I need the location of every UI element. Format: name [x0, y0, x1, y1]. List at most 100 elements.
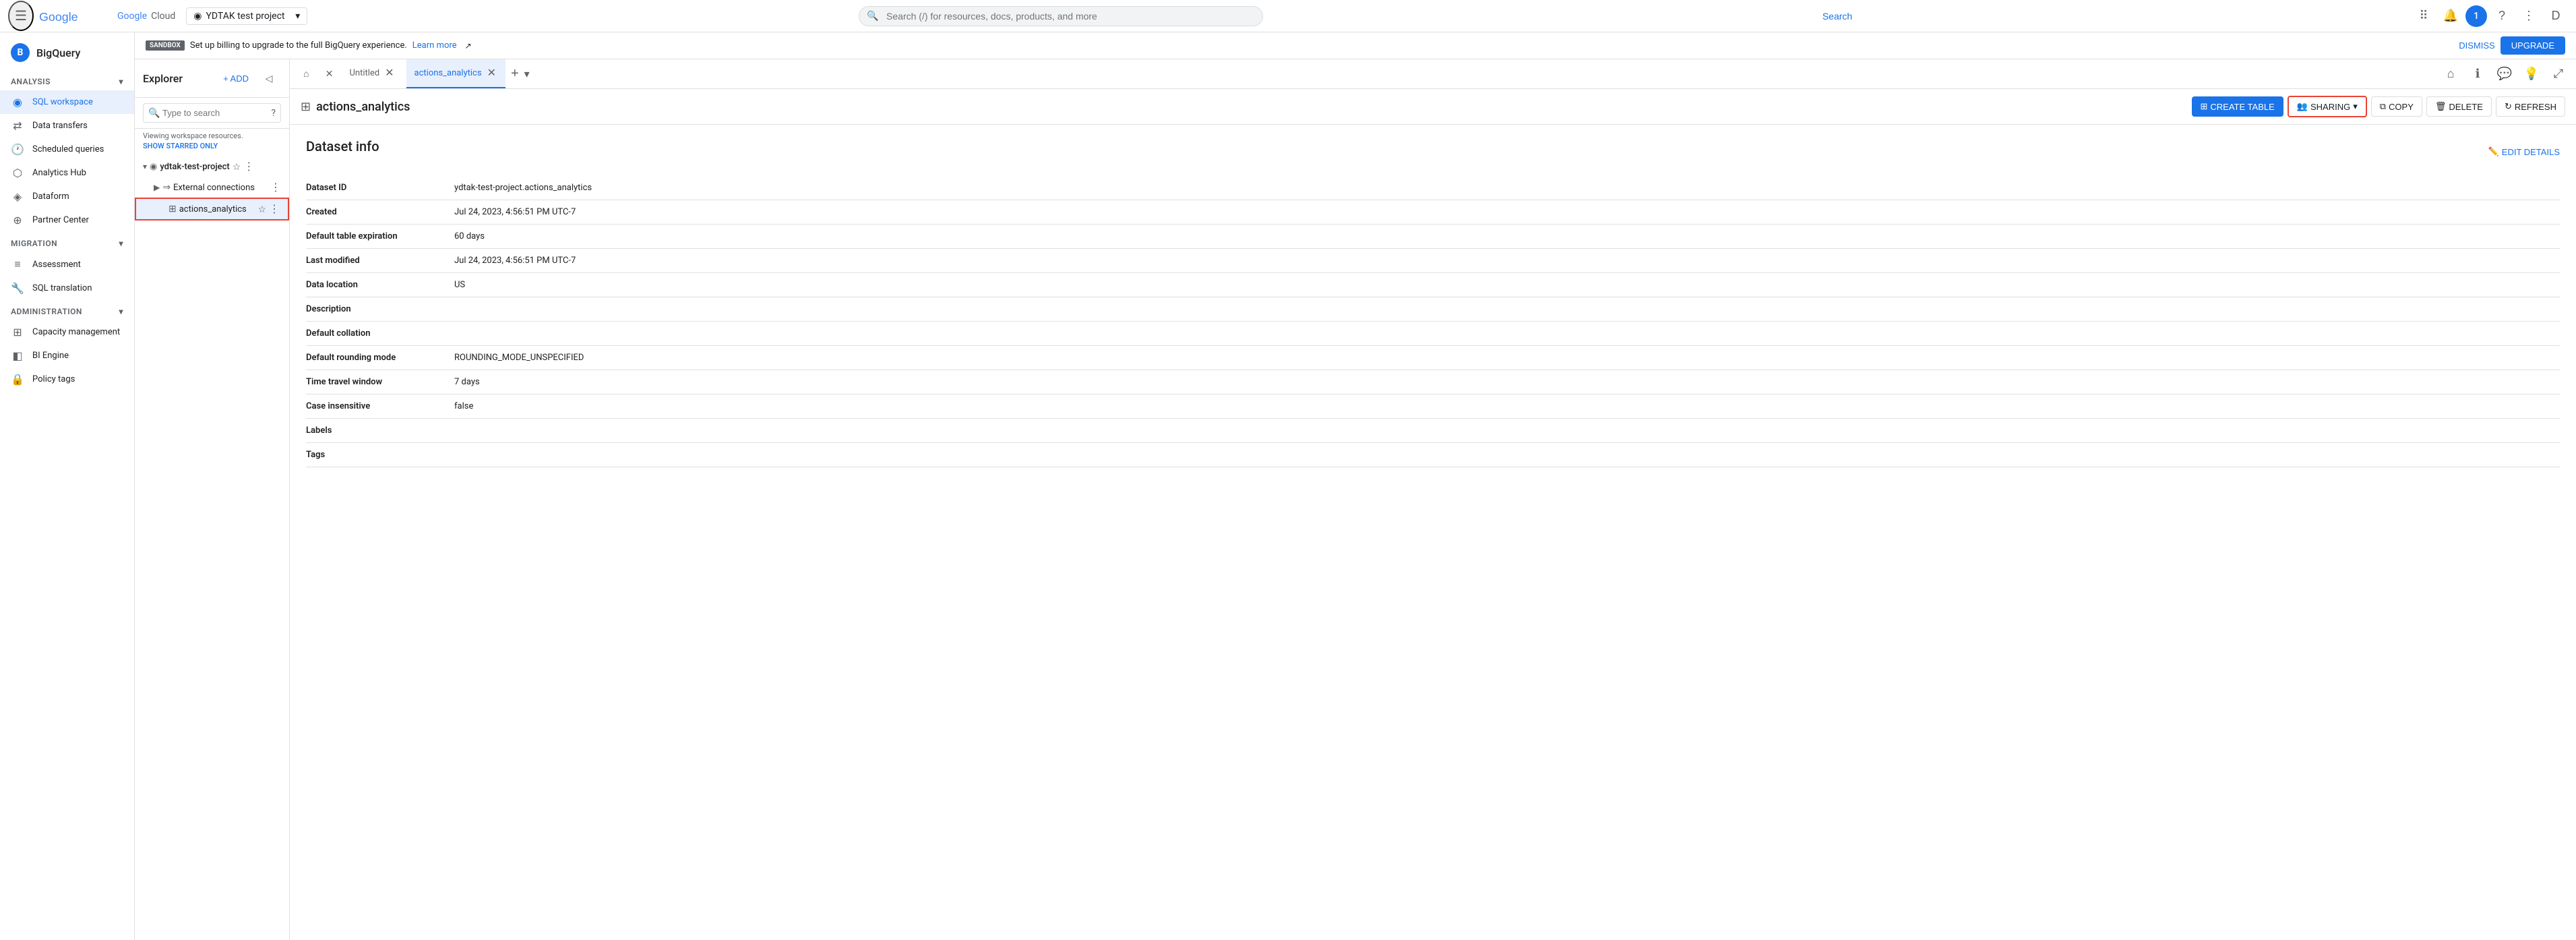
topbar-search-button[interactable]: Search	[1814, 7, 1860, 26]
edit-details-button[interactable]: ✏️ EDIT DETAILS	[2488, 146, 2560, 157]
sidebar-section-header-administration[interactable]: Administration ▾	[0, 303, 134, 320]
explorer-item-external-connections[interactable]: ▶ ⇒ External connections ⋮	[135, 177, 289, 198]
project-collapse-button[interactable]: ▾	[143, 162, 147, 171]
sidebar-item-policy-tags[interactable]: 🔒 Policy tags	[0, 368, 134, 391]
assessment-icon: ≡	[11, 258, 24, 271]
tabs-expand-icon-button[interactable]: ⤢	[2546, 62, 2571, 86]
avatar[interactable]: 1	[2465, 5, 2487, 27]
menu-hamburger-button[interactable]: ☰	[8, 1, 34, 31]
info-field-value: ydtak-test-project.actions_analytics	[454, 176, 2560, 200]
topbar-search-container: 🔍	[859, 6, 1263, 26]
sandbox-learn-more-link[interactable]: Learn more	[412, 40, 457, 51]
info-field-label: Last modified	[306, 249, 454, 273]
info-field-label: Default collation	[306, 322, 454, 346]
copy-icon: ⧉	[2380, 101, 2386, 112]
google-cloud-logo[interactable]: Google Google Cloud	[39, 9, 175, 24]
main-content: ⌂ ✕ Untitled ✕ actions_analytics ✕ + ▾	[290, 59, 2576, 940]
sidebar-item-bi-engine[interactable]: ◧ BI Engine	[0, 344, 134, 368]
explorer-project-row[interactable]: ▾ ◉ ydtak-test-project ☆ ⋮	[135, 156, 289, 177]
scheduled-queries-icon: 🕐	[11, 143, 24, 156]
sidebar-section-administration: Administration ▾ ⊞ Capacity management ◧…	[0, 303, 134, 391]
show-starred-link[interactable]: SHOW STARRED ONLY	[135, 142, 289, 156]
svg-text:Google: Google	[39, 9, 78, 23]
sidebar-item-partner-center[interactable]: ⊕ Partner Center	[0, 208, 134, 232]
refresh-button[interactable]: ↻ REFRESH	[2496, 96, 2565, 117]
sidebar-item-sql-workspace[interactable]: ◉ SQL workspace	[0, 90, 134, 114]
project-selector[interactable]: ◉ YDTAK test project ▾	[186, 7, 307, 25]
topbar-search-input[interactable]	[859, 6, 1263, 26]
help-button[interactable]: ?	[2490, 4, 2514, 28]
info-field-label: Description	[306, 297, 454, 322]
info-header-row: Dataset info ✏️ EDIT DETAILS	[306, 138, 2560, 165]
sidebar-logo-row: B BigQuery	[0, 38, 134, 73]
project-star-button[interactable]: ☆	[233, 161, 241, 173]
sharing-button[interactable]: 👥 SHARING ▾	[2288, 96, 2367, 117]
analysis-chevron: ▾	[119, 77, 123, 86]
user-settings-button[interactable]: D	[2544, 4, 2568, 28]
explorer-tree: ▾ ◉ ydtak-test-project ☆ ⋮ ▶ ⇒ External …	[135, 156, 289, 940]
explorer-search-input-wrap: 🔍 ?	[143, 103, 281, 123]
info-field-value: Jul 24, 2023, 4:56:51 PM UTC-7	[454, 249, 2560, 273]
tabs-home-icon-button[interactable]: ⌂	[2439, 62, 2463, 86]
sidebar-item-assessment[interactable]: ≡ Assessment	[0, 252, 134, 276]
actions-analytics-tab-close[interactable]: ✕	[486, 67, 497, 80]
migration-chevron: ▾	[119, 239, 123, 248]
actions-analytics-star-button[interactable]: ☆	[257, 204, 266, 215]
explorer-item-actions-analytics[interactable]: ⊞ actions_analytics ☆ ⋮	[135, 198, 289, 221]
sidebar-item-dataform[interactable]: ◈ Dataform	[0, 185, 134, 208]
sidebar-item-capacity-management[interactable]: ⊞ Capacity management	[0, 320, 134, 344]
home-tab-icon: ⌂	[303, 68, 309, 80]
info-field-value: 7 days	[454, 370, 2560, 394]
sidebar-item-data-transfers[interactable]: ⇄ Data transfers	[0, 114, 134, 138]
tab-add-button[interactable]: +	[508, 63, 522, 84]
project-name: ydtak-test-project	[160, 162, 229, 172]
info-field-value	[454, 322, 2560, 346]
dataset-actions: ⊞ CREATE TABLE 👥 SHARING ▾ ⧉ COPY	[2192, 96, 2566, 117]
create-table-button[interactable]: ⊞ CREATE TABLE	[2192, 96, 2283, 117]
info-field-label: Tags	[306, 443, 454, 467]
tabs-info-icon-button[interactable]: ℹ	[2465, 62, 2490, 86]
upgrade-button[interactable]: UPGRADE	[2501, 36, 2565, 55]
tabs-bulb-icon-button[interactable]: 💡	[2519, 62, 2544, 86]
administration-chevron: ▾	[119, 307, 123, 316]
sidebar-item-sql-translation[interactable]: 🔧 SQL translation	[0, 276, 134, 300]
delete-button[interactable]: 🗑 DELETE	[2426, 96, 2492, 117]
tab-actions-analytics[interactable]: actions_analytics ✕	[406, 59, 505, 88]
data-transfers-icon: ⇄	[11, 119, 24, 132]
explorer-add-button[interactable]: + ADD	[218, 71, 254, 86]
info-table-row: Description	[306, 297, 2560, 322]
home-tab-close[interactable]: ✕	[319, 65, 338, 84]
explorer-search-input[interactable]	[143, 103, 281, 123]
notifications-button[interactable]: 🔔	[2439, 4, 2463, 28]
project-more-button[interactable]: ⋮	[243, 160, 254, 173]
sidebar-section-header-analysis[interactable]: Analysis ▾	[0, 73, 134, 90]
dataset-title-icon: ⊞	[301, 100, 311, 114]
explorer-search-help-icon[interactable]: ?	[271, 108, 276, 119]
tabs-chat-icon-button[interactable]: 💬	[2492, 62, 2517, 86]
info-field-value	[454, 297, 2560, 322]
sidebar-item-analytics-hub[interactable]: ⬡ Analytics Hub	[0, 161, 134, 185]
explorer-collapse-button[interactable]: ◁	[257, 66, 281, 90]
more-options-button[interactable]: ⋮	[2517, 4, 2541, 28]
tab-home[interactable]: ⌂	[295, 59, 317, 88]
actions-analytics-more-button[interactable]: ⋮	[269, 202, 280, 216]
untitled-tab-close[interactable]: ✕	[384, 67, 395, 80]
tab-more-button[interactable]: ▾	[524, 67, 530, 81]
tab-untitled[interactable]: Untitled ✕	[341, 59, 403, 88]
dataset-icon: ⊞	[168, 204, 177, 214]
sandbox-dismiss-button[interactable]: DISMISS	[2459, 40, 2494, 51]
dataset-view: Dataset info ✏️ EDIT DETAILS Dataset ID …	[290, 125, 2576, 940]
sidebar-section-header-migration[interactable]: Migration ▾	[0, 235, 134, 252]
external-connections-more-button[interactable]: ⋮	[270, 181, 281, 194]
sidebar-item-scheduled-queries[interactable]: 🕐 Scheduled queries	[0, 138, 134, 161]
info-field-value: US	[454, 273, 2560, 297]
info-field-label: Default rounding mode	[306, 346, 454, 370]
external-connections-collapse[interactable]: ▶	[154, 183, 160, 192]
project-icon: ◉	[150, 162, 157, 172]
project-selector-chevron: ▾	[295, 11, 300, 22]
copy-button[interactable]: ⧉ COPY	[2371, 96, 2422, 117]
cloud-text: Cloud	[151, 11, 175, 22]
apps-icon-button[interactable]: ⠿	[2412, 4, 2436, 28]
dataset-info-section: Dataset info ✏️ EDIT DETAILS Dataset ID …	[290, 125, 2576, 481]
edit-details-icon: ✏️	[2488, 146, 2499, 157]
